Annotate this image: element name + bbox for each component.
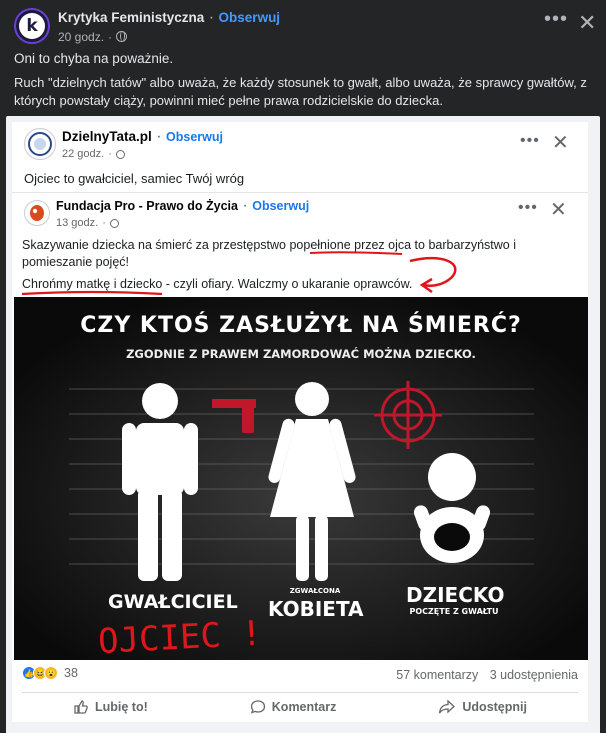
kf-logo-icon: k (19, 13, 45, 39)
separator-dot: · (208, 8, 219, 26)
label-child-small: POCZĘTE Z GWAŁTU (409, 607, 499, 616)
shared-post-time: 22 godz. (62, 148, 105, 160)
shared-follow-link: Obserwuj (166, 130, 223, 144)
like-label: Lubię to! (95, 700, 148, 714)
more-options-icon: ••• (520, 132, 540, 149)
label-woman: KOBIETA (268, 597, 364, 621)
share-button: Udostępnij (438, 699, 527, 715)
separator-dot: · (108, 29, 113, 44)
page-name[interactable]: Krytyka Feministyczna (58, 10, 204, 25)
post-text-line: Oni to chyba na poważnie. (14, 51, 174, 66)
shared-screenshot[interactable]: DzielnyTata.pl · Obserwuj 22 godz. · •••… (6, 116, 600, 733)
wow-reaction-icon: 😮 (44, 666, 58, 680)
nested-post-footer: 👍 😆 😮 38 57 komentarzy 3 udostępnienia L… (12, 660, 588, 720)
label-man: GWAŁCICIEL (108, 591, 238, 613)
shared-post-card: DzielnyTata.pl · Obserwuj 22 godz. · •••… (12, 122, 588, 192)
post-time[interactable]: 20 godz. (58, 30, 104, 44)
label-child: DZIECKO (406, 583, 505, 607)
thumbs-up-icon (74, 700, 88, 714)
shared-post-text: Ojciec to gwałciciel, samiec Twój wróg (24, 171, 245, 186)
share-label: Udostępnij (462, 700, 527, 714)
post-text-paragraph: Ruch "dzielnych tatów" albo uważa, że ka… (14, 75, 587, 108)
globe-icon (115, 149, 125, 159)
more-options-icon[interactable]: ••• (544, 8, 568, 31)
follow-button[interactable]: Obserwuj (219, 10, 281, 25)
close-icon: ✕ (552, 132, 569, 154)
share-icon (439, 699, 456, 714)
post-header: k Krytyka Feministyczna · Obserwuj 20 go… (14, 8, 280, 44)
label-woman-small: ZGWAŁCONA (289, 587, 341, 595)
comment-button: Komentarz (250, 699, 337, 715)
red-annotation-marks (21, 251, 457, 296)
reactions-summary: 👍 😆 😮 38 (22, 666, 78, 680)
action-bar: Lubię to! Komentarz Udostępnij (22, 692, 578, 715)
globe-icon (116, 31, 128, 42)
comment-label: Komentarz (271, 700, 337, 714)
close-icon[interactable]: ✕ (578, 10, 596, 36)
page-avatar[interactable]: k (14, 8, 50, 44)
dzielnytata-avatar (24, 128, 56, 160)
handwritten-ojciec: OJCIEC ! (97, 613, 263, 660)
comments-count: 57 komentarzy (396, 668, 479, 682)
comment-icon (250, 700, 265, 714)
shared-page-name: DzielnyTata.pl (62, 129, 152, 144)
shares-count: 3 udostępnienia (489, 668, 578, 682)
reactions-count: 38 (64, 666, 78, 680)
poster-subtitle: ZGODNIE Z PRAWEM ZAMORDOWAĆ MOŻNA DZIECK… (126, 347, 476, 361)
post-card: k Krytyka Feministyczna · Obserwuj 20 go… (0, 0, 606, 733)
nested-post-card: Fundacja Pro - Prawo do Życia · Obserwuj… (12, 192, 588, 722)
like-button: Lubię to! (73, 699, 148, 715)
poster-title: CZY KTOŚ ZASŁUŻYŁ NA ŚMIERĆ? (80, 313, 522, 338)
poster-image: OJCIEC ! CZY KTOŚ ZASŁUŻYŁ NA ŚMIERĆ? ZG… (14, 297, 588, 660)
